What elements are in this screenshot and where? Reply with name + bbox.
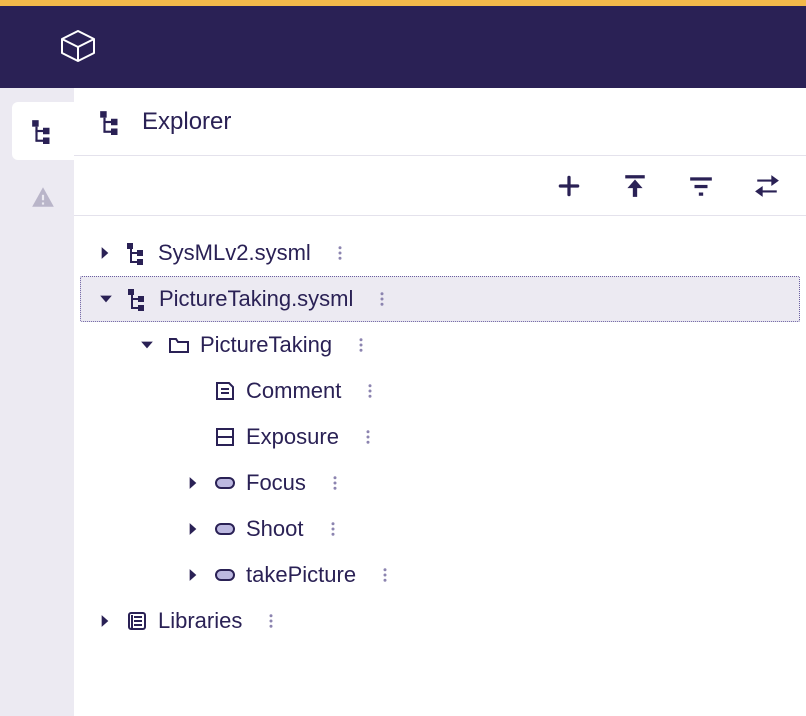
tree-item-label: Focus (246, 470, 306, 496)
kebab-icon (361, 382, 379, 400)
tree-item[interactable]: takePicture (80, 552, 800, 598)
tree-item[interactable]: Focus (80, 460, 800, 506)
model-tree: SysMLv2.sysml PictureTaking.sysml PictureT… (74, 216, 806, 658)
tree-item[interactable]: SysMLv2.sysml (80, 230, 800, 276)
tree-item-menu[interactable] (324, 472, 346, 494)
tree-expand-toggle[interactable] (93, 286, 119, 312)
tree-item[interactable]: Libraries (80, 598, 800, 644)
comment-icon (212, 378, 238, 404)
upload-button[interactable] (620, 171, 650, 201)
tree-item-label: takePicture (246, 562, 356, 588)
attribute-icon (212, 424, 238, 450)
tree-item-label: PictureTaking (200, 332, 332, 358)
kebab-icon (262, 612, 280, 630)
explorer-toolbar (74, 156, 806, 216)
side-tab-problems[interactable] (12, 168, 74, 226)
chevron-right-icon (183, 519, 203, 539)
tree-item[interactable]: Exposure (80, 414, 800, 460)
tree-model-icon (125, 286, 151, 312)
tree-item-label: Libraries (158, 608, 242, 634)
kebab-icon (352, 336, 370, 354)
tree-item-menu[interactable] (374, 564, 396, 586)
tree-icon (30, 118, 56, 144)
tree-icon (98, 109, 124, 135)
tree-item-label: SysMLv2.sysml (158, 240, 311, 266)
tree-item-label: Shoot (246, 516, 304, 542)
tree-item-label: PictureTaking.sysml (159, 286, 353, 312)
tree-expand-toggle[interactable] (180, 562, 206, 588)
tree-expand-toggle[interactable] (134, 332, 160, 358)
tree-item-label: Comment (246, 378, 341, 404)
tree-item[interactable]: PictureTaking.sysml (80, 276, 800, 322)
plus-icon (556, 173, 582, 199)
filter-button[interactable] (686, 171, 716, 201)
chevron-down-icon (137, 335, 157, 355)
kebab-icon (324, 520, 342, 538)
chevron-right-icon (183, 473, 203, 493)
library-icon (124, 608, 150, 634)
app-header (0, 6, 806, 88)
action-icon (212, 516, 238, 542)
sync-button[interactable] (752, 171, 782, 201)
tree-item-label: Exposure (246, 424, 339, 450)
filter-icon (688, 173, 714, 199)
action-icon (212, 470, 238, 496)
tree-item[interactable]: Comment (80, 368, 800, 414)
side-tab-explorer[interactable] (12, 102, 74, 160)
tree-item-menu[interactable] (371, 288, 393, 310)
tree-expand-toggle[interactable] (180, 470, 206, 496)
panel-title: Explorer (142, 108, 231, 136)
tree-item-menu[interactable] (329, 242, 351, 264)
tree-expand-toggle[interactable] (92, 608, 118, 634)
tree-item-menu[interactable] (350, 334, 372, 356)
add-button[interactable] (554, 171, 584, 201)
action-icon (212, 562, 238, 588)
tree-item-menu[interactable] (322, 518, 344, 540)
kebab-icon (359, 428, 377, 446)
explorer-panel: Explorer (74, 88, 806, 716)
chevron-right-icon (95, 243, 115, 263)
folder-icon (166, 332, 192, 358)
upload-icon (622, 173, 648, 199)
kebab-icon (326, 474, 344, 492)
app-logo-icon (58, 29, 98, 65)
chevron-down-icon (96, 289, 116, 309)
tree-expand-toggle[interactable] (180, 516, 206, 542)
tree-item[interactable]: Shoot (80, 506, 800, 552)
tree-model-icon (124, 240, 150, 266)
tree-item-menu[interactable] (260, 610, 282, 632)
panel-header: Explorer (74, 88, 806, 156)
tree-item-menu[interactable] (357, 426, 379, 448)
kebab-icon (331, 244, 349, 262)
swap-icon (754, 173, 780, 199)
chevron-right-icon (95, 611, 115, 631)
tree-item[interactable]: PictureTaking (80, 322, 800, 368)
kebab-icon (376, 566, 394, 584)
tree-item-menu[interactable] (359, 380, 381, 402)
kebab-icon (373, 290, 391, 308)
warning-icon (30, 184, 56, 210)
chevron-right-icon (183, 565, 203, 585)
tree-expand-toggle[interactable] (92, 240, 118, 266)
side-rail (0, 88, 74, 716)
